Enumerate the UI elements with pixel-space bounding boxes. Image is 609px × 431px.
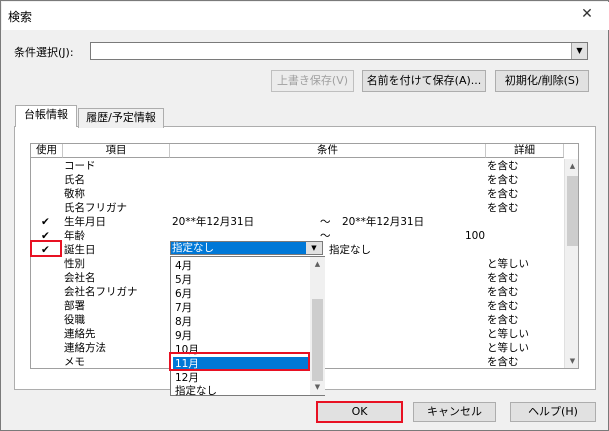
use-check[interactable] [41, 257, 55, 271]
condition-from[interactable]: 20**年12月31日 [172, 215, 312, 229]
condition-to[interactable]: 指定なし [329, 243, 479, 257]
birthday-month-value: 指定なし [171, 242, 306, 254]
use-check[interactable] [41, 355, 55, 368]
item-cell: 誕生日 [64, 244, 96, 256]
detail-cell[interactable]: を含む [487, 159, 563, 173]
use-check[interactable] [41, 159, 55, 173]
detail-cell[interactable]: を含む [487, 187, 563, 201]
dropdown-option[interactable]: 7月 [173, 301, 309, 315]
dropdown-option[interactable]: 5月 [173, 273, 309, 287]
checkbox-highlight [30, 240, 62, 257]
item-cell: 会社名 [64, 272, 96, 284]
item-cell: 連絡方法 [64, 342, 106, 354]
table-row[interactable]: 氏名 を含む [31, 173, 564, 187]
tab-history-info[interactable]: 履歴/予定情報 [78, 108, 164, 128]
window-title: 検索 [8, 10, 33, 24]
help-button[interactable]: ヘルプ(H) [510, 402, 596, 422]
detail-cell[interactable]: と等しい [487, 257, 563, 271]
use-check[interactable] [41, 201, 55, 215]
use-check[interactable]: ✔ [41, 215, 55, 229]
scroll-down-icon[interactable]: ▼ [310, 380, 325, 395]
item-cell: メモ [64, 356, 85, 368]
use-check[interactable] [41, 173, 55, 187]
condition-to[interactable]: 100 [342, 229, 485, 243]
table-row[interactable]: 敬称 を含む [31, 187, 564, 201]
detail-cell[interactable]: を含む [487, 271, 563, 285]
column-header-item: 項目 [63, 144, 170, 158]
table-row[interactable]: コード を含む [31, 159, 564, 173]
column-header-condition: 条件 [170, 144, 486, 158]
detail-cell[interactable]: を含む [487, 285, 563, 299]
item-cell: 敬称 [64, 188, 85, 200]
detail-cell[interactable] [487, 215, 563, 229]
detail-cell[interactable] [487, 229, 563, 243]
dropdown-option[interactable]: 8月 [173, 315, 309, 329]
dropdown-option[interactable]: 4月 [173, 259, 309, 273]
item-cell: 部署 [64, 300, 85, 312]
scroll-up-icon[interactable]: ▲ [565, 159, 578, 174]
save-as-button[interactable]: 名前を付けて保存(A)... [362, 70, 486, 92]
overwrite-save-button[interactable]: 上書き保存(V) [271, 70, 354, 92]
month-dropdown-list[interactable]: 4月 5月 6月 7月 8月 9月 10月 11月 12月 指定なし ▲ ▼ [170, 256, 325, 398]
detail-cell[interactable]: と等しい [487, 327, 563, 341]
detail-cell[interactable]: を含む [487, 313, 563, 327]
item-cell: コード [64, 160, 96, 172]
detail-cell[interactable]: を含む [487, 173, 563, 187]
column-header-use: 使用 [31, 144, 63, 158]
dropdown-scrollbar[interactable]: ▲ ▼ [310, 257, 325, 395]
use-check[interactable] [41, 285, 55, 299]
item-cell: 連絡先 [64, 328, 96, 340]
conditions-label: 条件選択(J): [14, 46, 74, 59]
item-cell: 会社名フリガナ [64, 286, 138, 298]
column-header-detail: 詳細 [486, 144, 564, 158]
item-cell: 性別 [64, 258, 85, 270]
use-check[interactable] [41, 271, 55, 285]
use-check[interactable] [41, 299, 55, 313]
dropdown-option[interactable]: 指定なし [173, 384, 309, 398]
detail-cell[interactable]: と等しい [487, 341, 563, 355]
dropdown-option[interactable]: 6月 [173, 287, 309, 301]
conditions-select[interactable]: ▼ [90, 42, 588, 60]
detail-cell[interactable]: を含む [487, 201, 563, 215]
birthday-month-combo[interactable]: 指定なし ▼ [170, 241, 323, 255]
item-cell: 氏名フリガナ [64, 202, 127, 214]
dropdown-option[interactable]: 12月 [173, 371, 309, 385]
item-cell: 年齢 [64, 230, 85, 242]
option-highlight [169, 352, 310, 371]
use-check[interactable] [41, 187, 55, 201]
close-icon[interactable]: ✕ [572, 3, 602, 25]
item-cell: 氏名 [64, 174, 85, 186]
title-bar [2, 2, 609, 30]
chevron-down-icon[interactable]: ▼ [571, 43, 587, 59]
grid-scrollbar[interactable]: ▲ ▼ [564, 159, 578, 368]
use-check[interactable] [41, 341, 55, 355]
item-cell: 役職 [64, 314, 85, 326]
detail-cell[interactable] [487, 243, 563, 257]
ok-button[interactable]: OK [316, 401, 403, 423]
reset-delete-button[interactable]: 初期化/削除(S) [495, 70, 589, 92]
condition-to[interactable]: 20**年12月31日 [342, 215, 482, 229]
item-cell: 生年月日 [64, 216, 106, 228]
detail-cell[interactable]: を含む [487, 299, 563, 313]
use-check[interactable] [41, 313, 55, 327]
range-tilde: ～ [320, 216, 331, 228]
cancel-button[interactable]: キャンセル [413, 402, 496, 422]
detail-cell[interactable]: を含む [487, 355, 563, 368]
scroll-up-icon[interactable]: ▲ [310, 257, 325, 272]
table-row[interactable]: ✔ 生年月日 20**年12月31日 ～ 20**年12月31日 [31, 215, 564, 229]
scroll-down-icon[interactable]: ▼ [565, 354, 578, 368]
scrollbar-thumb[interactable] [567, 176, 578, 246]
chevron-down-icon[interactable]: ▼ [306, 242, 322, 254]
use-check[interactable] [41, 327, 55, 341]
dropdown-option[interactable]: 9月 [173, 329, 309, 343]
table-row[interactable]: 氏名フリガナ を含む [31, 201, 564, 215]
tab-ledger-info[interactable]: 台帳情報 [15, 105, 77, 127]
scrollbar-thumb[interactable] [312, 299, 323, 381]
